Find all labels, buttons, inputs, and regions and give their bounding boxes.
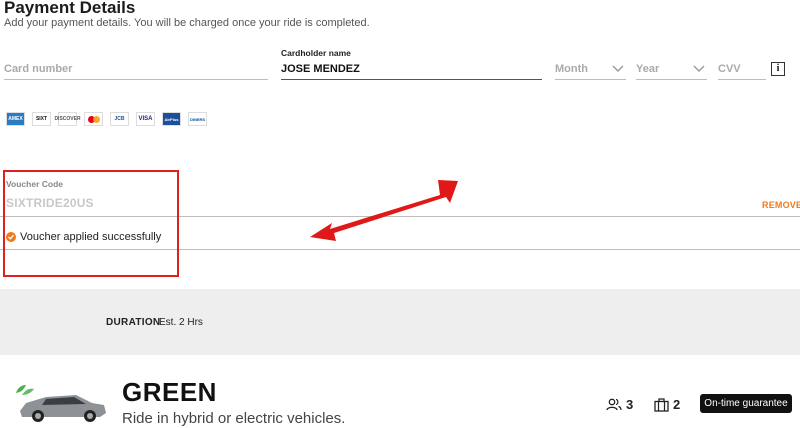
year-select[interactable]: Year bbox=[636, 62, 707, 80]
year-placeholder: Year bbox=[636, 63, 660, 75]
chevron-down-icon bbox=[693, 65, 705, 72]
month-placeholder: Month bbox=[555, 63, 588, 75]
month-select[interactable]: Month bbox=[555, 62, 626, 80]
duration-label: DURATION bbox=[106, 317, 161, 328]
annotation-arrow-icon bbox=[310, 180, 458, 241]
mastercard-logo-icon bbox=[84, 112, 103, 126]
passenger-count: 3 bbox=[626, 397, 634, 412]
card-brand-list: AMEX SIXT DISCOVER JCB VISA AirPlus DINE… bbox=[6, 112, 207, 126]
car-image-icon bbox=[16, 385, 106, 422]
passenger-capacity: 3 bbox=[606, 397, 633, 412]
remove-voucher-button[interactable]: REMOVE bbox=[762, 200, 800, 210]
chevron-down-icon bbox=[612, 65, 624, 72]
cardholder-name-label: Cardholder name bbox=[281, 48, 351, 58]
luggage-capacity: 2 bbox=[654, 397, 680, 412]
discover-logo-icon: DISCOVER bbox=[54, 112, 81, 126]
cardholder-name-value: JOSE MENDEZ bbox=[281, 63, 360, 75]
sixt-logo-icon: SIXT bbox=[32, 112, 51, 126]
vehicle-class-description: Ride in hybrid or electric vehicles. bbox=[122, 410, 346, 427]
card-number-field[interactable]: Card number bbox=[4, 62, 268, 80]
visa-logo-icon: VISA bbox=[136, 112, 155, 126]
cvv-placeholder: CVV bbox=[718, 63, 741, 75]
diners-logo-icon: DINERS bbox=[188, 112, 207, 126]
on-time-guarantee-badge: On-time guarantee bbox=[700, 394, 792, 413]
airplus-logo-icon: AirPlus bbox=[162, 112, 181, 126]
vehicle-class-name: GREEN bbox=[122, 377, 217, 407]
card-number-placeholder: Card number bbox=[4, 63, 73, 75]
passengers-icon bbox=[606, 398, 622, 411]
cardholder-name-field[interactable]: Cardholder name JOSE MENDEZ bbox=[281, 48, 542, 80]
cvv-field[interactable]: CVV bbox=[718, 62, 766, 80]
bag-count: 2 bbox=[673, 397, 681, 412]
suitcase-icon bbox=[654, 397, 669, 412]
amex-logo-icon: AMEX bbox=[6, 112, 25, 126]
voucher-highlight-box bbox=[3, 170, 179, 277]
jcb-logo-icon: JCB bbox=[110, 112, 129, 126]
duration-value: Est. 2 Hrs bbox=[159, 317, 203, 328]
page-subtitle: Add your payment details. You will be ch… bbox=[4, 17, 370, 29]
page-title: Payment Details bbox=[4, 0, 136, 17]
cvv-info-icon[interactable]: i bbox=[771, 62, 785, 76]
